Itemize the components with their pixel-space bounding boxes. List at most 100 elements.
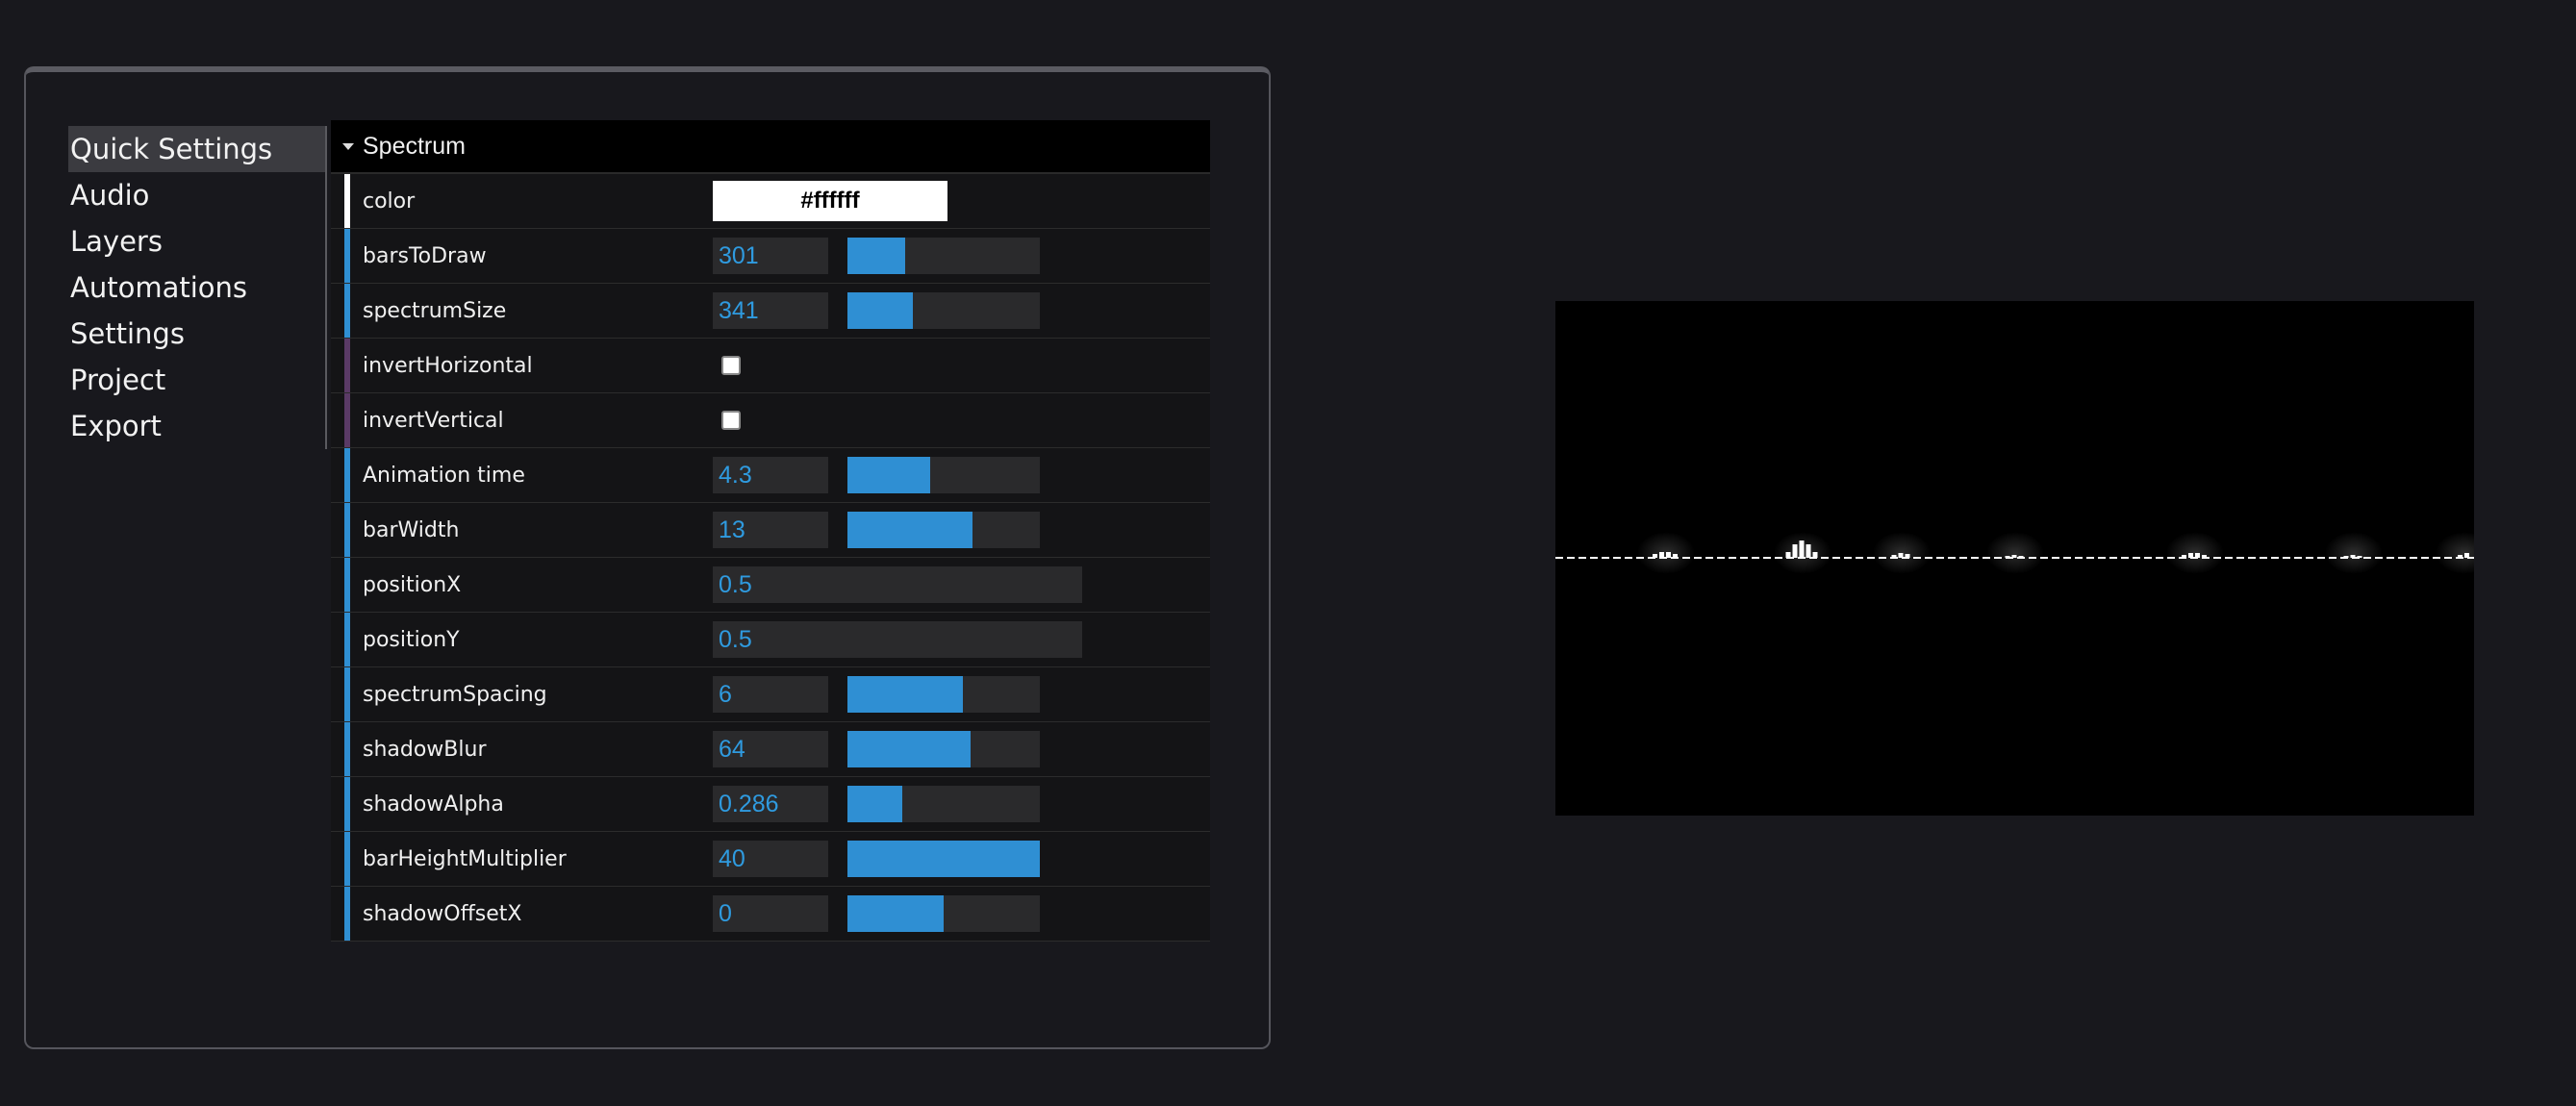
slider-track[interactable]	[847, 841, 1040, 877]
number-input[interactable]: 0.5	[713, 566, 1082, 603]
slider-fill	[847, 512, 972, 548]
bar-glow	[2325, 532, 2383, 574]
control-row-positionx: positionX 0.5	[331, 558, 1210, 613]
spectrum-bar	[2018, 556, 2024, 558]
number-input[interactable]: 40	[713, 841, 828, 877]
control-label: barHeightMultiplier	[363, 846, 567, 871]
control-label: spectrumSize	[363, 298, 507, 323]
row-accent-strip	[344, 339, 350, 392]
number-input[interactable]: 0.286	[713, 786, 828, 822]
control-row-barwidth: barWidth 13	[331, 503, 1210, 558]
sidebar-item-export[interactable]: Export	[68, 403, 325, 449]
folder-header-spectrum[interactable]: Spectrum	[331, 120, 1210, 174]
number-input[interactable]: 13	[713, 512, 828, 548]
spectrum-bar	[1905, 554, 1910, 558]
control-label: barWidth	[363, 517, 460, 542]
number-input[interactable]: 4.3	[713, 457, 828, 493]
spectrum-bar	[2195, 553, 2200, 558]
sidebar-item-audio[interactable]: Audio	[68, 172, 325, 218]
slider-track[interactable]	[847, 512, 1040, 548]
control-label: color	[363, 189, 416, 214]
row-accent-strip	[344, 174, 350, 228]
spectrum-bar	[1653, 554, 1657, 558]
spectrum-bar	[1785, 552, 1791, 558]
number-input[interactable]: 64	[713, 731, 828, 767]
slider-track[interactable]	[847, 292, 1040, 329]
checkbox[interactable]	[721, 356, 741, 375]
spectrum-bar	[1898, 553, 1904, 558]
caret-down-icon	[342, 142, 354, 150]
spectrum-bar	[2350, 555, 2356, 558]
spectrum-bar	[2005, 556, 2010, 558]
control-label: shadowOffsetX	[363, 901, 522, 926]
slider-track[interactable]	[847, 786, 1040, 822]
control-row-barheightmultiplier: barHeightMultiplier 40	[331, 832, 1210, 887]
control-label: positionY	[363, 627, 460, 652]
color-picker[interactable]: #ffffff	[713, 181, 947, 221]
control-row-positiony: positionY 0.5	[331, 613, 1210, 667]
slider-track[interactable]	[847, 731, 1040, 767]
spectrum-bar	[1666, 552, 1671, 558]
row-accent-strip	[344, 558, 350, 612]
spectrum-visualization	[1555, 532, 2474, 574]
number-input[interactable]: 0	[713, 895, 828, 932]
folder-title: Spectrum	[363, 132, 466, 160]
slider-fill	[847, 731, 971, 767]
row-accent-strip	[344, 448, 350, 502]
spectrum-preview-canvas[interactable]	[1555, 301, 2474, 816]
row-accent-strip	[344, 722, 350, 776]
slider-track[interactable]	[847, 676, 1040, 713]
slider-fill	[847, 786, 903, 822]
spectrum-bar	[1799, 540, 1805, 558]
slider-fill	[847, 238, 905, 274]
spectrum-bar	[1792, 544, 1798, 558]
settings-panel: Quick Settings Audio Layers Automations …	[24, 66, 1271, 1049]
spectrum-bar	[2464, 553, 2469, 558]
control-row-invertvertical: invertVertical	[331, 393, 1210, 448]
spectrum-bar	[2458, 555, 2462, 558]
sidebar-nav: Quick Settings Audio Layers Automations …	[68, 126, 327, 449]
slider-track[interactable]	[847, 457, 1040, 493]
number-input[interactable]: 6	[713, 676, 828, 713]
sidebar-item-layers[interactable]: Layers	[68, 218, 325, 264]
row-accent-strip	[344, 613, 350, 666]
sidebar-item-automations[interactable]: Automations	[68, 264, 325, 311]
checkbox[interactable]	[721, 411, 741, 430]
row-accent-strip	[344, 284, 350, 338]
row-accent-strip	[344, 229, 350, 283]
control-row-inverthorizontal: invertHorizontal	[331, 339, 1210, 393]
spectrum-bar	[1812, 552, 1818, 558]
control-row-animation-time: Animation time 4.3	[331, 448, 1210, 503]
number-input[interactable]: 0.5	[713, 621, 1082, 658]
slider-track[interactable]	[847, 895, 1040, 932]
slider-fill	[847, 457, 930, 493]
row-accent-strip	[344, 777, 350, 831]
row-accent-strip	[344, 667, 350, 721]
control-row-barstodraw: barsToDraw 301	[331, 229, 1210, 284]
slider-fill	[847, 292, 913, 329]
sidebar-item-project[interactable]: Project	[68, 357, 325, 403]
control-label: shadowAlpha	[363, 792, 504, 817]
bar-glow	[1986, 532, 2044, 574]
spectrum-gui: Spectrum color #ffffff barsToDraw 301 sp…	[331, 120, 1210, 942]
control-label: Animation time	[363, 463, 525, 488]
slider-fill	[847, 895, 944, 932]
spectrum-bar	[2202, 555, 2207, 558]
slider-fill	[847, 676, 963, 713]
spectrum-bar	[2343, 556, 2349, 558]
spectrum-bar	[2357, 556, 2362, 558]
spectrum-bar	[2011, 555, 2017, 558]
slider-track[interactable]	[847, 238, 1040, 274]
control-label: shadowBlur	[363, 737, 487, 762]
row-accent-strip	[344, 503, 350, 557]
control-label: spectrumSpacing	[363, 682, 547, 707]
sidebar-item-quick-settings[interactable]: Quick Settings	[68, 126, 325, 172]
spectrum-bar	[1673, 554, 1678, 558]
number-input[interactable]: 341	[713, 292, 828, 329]
spectrum-bar	[2188, 553, 2193, 558]
control-label: invertVertical	[363, 408, 504, 433]
row-accent-strip	[344, 393, 350, 447]
sidebar-item-settings[interactable]: Settings	[68, 311, 325, 357]
number-input[interactable]: 301	[713, 238, 828, 274]
control-label: invertHorizontal	[363, 353, 533, 378]
